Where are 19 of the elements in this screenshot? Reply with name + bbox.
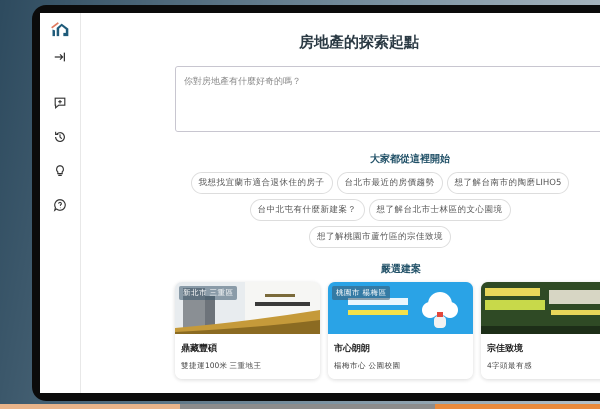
collapse-icon [53,50,67,64]
page-title: 房地產的探索起點 [299,33,419,52]
project-name: 市心朗朗 [334,342,371,355]
suggestion-chip[interactable]: 我想找宜蘭市適合退休住的房子 [190,172,333,194]
suggestion-chip[interactable]: 想了解台南市的陶磨LIHO5 [446,172,570,194]
suggestion-chip[interactable]: 想了解台北市士林區的文心園境 [368,199,510,221]
chat-plus-icon [53,96,67,110]
section-heading: 嚴選建案 [381,262,421,276]
logo-icon [50,21,70,38]
question-field[interactable]: 你對房地產有什麼好奇的嗎？ [175,66,600,132]
section-heading: 大家都從這裡開始 [370,152,450,166]
suggestion-chip[interactable]: 台中北屯有什麼新建案？ [250,199,364,221]
project-name: 宗佳致境 [487,342,524,355]
help-icon [53,198,67,212]
project-name: 鼎藏豐碩 [181,342,218,355]
lightbulb-icon [53,164,67,178]
suggestion-chip[interactable]: 想了解桃園市蘆竹區的宗佳致境 [309,226,451,248]
suggestion-chip[interactable]: 台北市最近的房價趨勢 [336,172,443,194]
history-icon [53,130,67,144]
